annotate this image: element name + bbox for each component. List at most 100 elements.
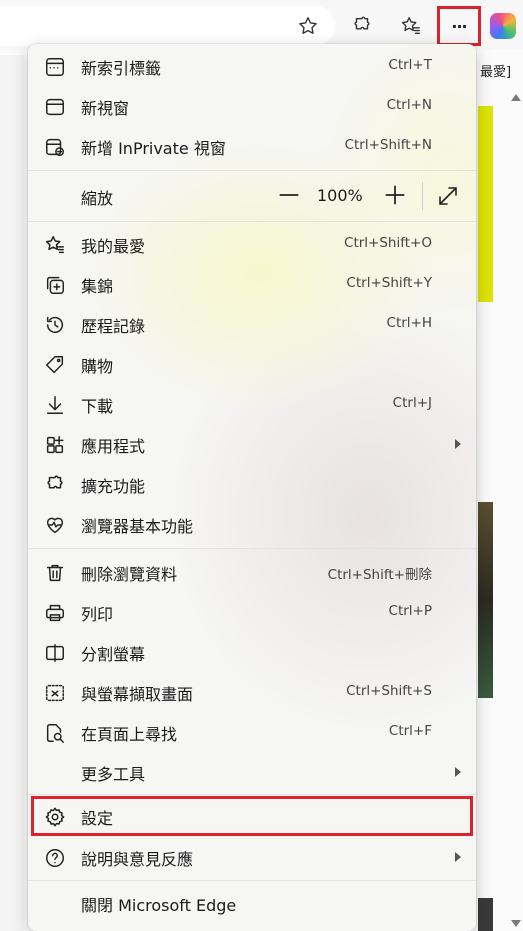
menu-item-shortcut: Ctrl+Shift+N	[344, 137, 432, 153]
favorites-crumb: 最愛]	[480, 65, 512, 80]
menu-separator	[28, 880, 476, 881]
address-bar[interactable]	[0, 6, 335, 46]
menu-separator	[28, 221, 476, 222]
scroll-up-icon[interactable]	[511, 94, 521, 101]
menu-item-label: 刪除瀏覽資料	[81, 565, 178, 584]
zoom-in-button[interactable]	[382, 182, 408, 208]
zoom-divider	[422, 182, 423, 210]
apps-icon	[44, 434, 66, 456]
menu-item-label: 瀏覽器基本功能	[81, 517, 194, 536]
menu-item-shortcut: Ctrl+N	[386, 97, 432, 113]
page-left-edge	[0, 55, 24, 931]
menu-item-label: 說明與意見反應	[81, 850, 194, 869]
more-options-button[interactable]: ···	[437, 6, 481, 46]
new-window-icon	[44, 96, 66, 118]
menu-item-label: 擴充功能	[81, 477, 146, 496]
menu-item-shortcut: Ctrl+H	[386, 315, 432, 331]
menu-item-label: 應用程式	[81, 437, 146, 456]
menu-item-shortcut: Ctrl+P	[388, 603, 432, 619]
menu-item-label: 與螢幕擷取畫面	[81, 685, 194, 704]
menu-item-settings[interactable]: 設定	[31, 796, 473, 836]
inprivate-icon	[44, 136, 66, 158]
download-icon	[44, 394, 66, 416]
menu-item-label: 設定	[81, 809, 114, 828]
gear-icon	[44, 806, 66, 828]
menu-item-close-edge[interactable]: 關閉 Microsoft Edge	[28, 883, 476, 923]
zoom-out-button[interactable]	[276, 182, 302, 208]
menu-item-new-window[interactable]: 新視窗 Ctrl+N	[28, 86, 476, 126]
split-screen-icon	[44, 642, 66, 664]
find-icon	[44, 722, 66, 744]
zoom-label: 縮放	[81, 189, 114, 208]
menu-item-print[interactable]: 列印 Ctrl+P	[28, 592, 476, 632]
menu-item-inprivate-window[interactable]: 新增 InPrivate 視窗 Ctrl+Shift+N	[28, 126, 476, 166]
menu-item-label: 分割螢幕	[81, 645, 146, 664]
menu-item-label: 歷程記錄	[81, 317, 146, 336]
menu-item-split-screen[interactable]: 分割螢幕	[28, 632, 476, 672]
menu-item-label: 在頁面上尋找	[81, 725, 178, 744]
heartbeat-icon	[44, 514, 66, 536]
menu-item-shopping[interactable]: 購物	[28, 344, 476, 384]
submenu-arrow-icon	[455, 767, 461, 777]
menu-item-label: 關閉 Microsoft Edge	[81, 896, 237, 915]
menu-item-label: 新索引標籤	[81, 59, 162, 78]
shopping-tag-icon	[44, 354, 66, 376]
dark-card	[478, 898, 493, 931]
submenu-arrow-icon	[455, 852, 461, 862]
menu-item-shortcut: Ctrl+Shift+Y	[346, 275, 432, 291]
puzzle-icon[interactable]	[345, 9, 379, 43]
menu-item-label: 下載	[81, 397, 114, 416]
extensions-icon	[44, 474, 66, 496]
favorites-icon	[44, 234, 66, 256]
menu-separator	[28, 794, 476, 795]
zoom-value: 100%	[317, 186, 363, 205]
ellipsis-icon: ···	[451, 16, 467, 36]
menu-item-shortcut: Ctrl+F	[388, 723, 432, 739]
star-list-icon[interactable]	[394, 9, 428, 43]
star-icon[interactable]	[291, 9, 325, 43]
trash-icon	[44, 562, 66, 584]
menu-item-shortcut: Ctrl+Shift+刪除	[327, 567, 432, 583]
menu-item-downloads[interactable]: 下載 Ctrl+J	[28, 384, 476, 424]
menu-item-favorites[interactable]: 我的最愛 Ctrl+Shift+O	[28, 224, 476, 264]
menu-item-label: 更多工具	[81, 765, 146, 784]
copilot-icon[interactable]	[490, 13, 516, 39]
menu-item-more-tools[interactable]: 更多工具	[28, 752, 476, 792]
menu-item-shortcut: Ctrl+Shift+S	[346, 683, 432, 699]
menu-item-apps[interactable]: 應用程式	[28, 424, 476, 464]
menu-item-shortcut: Ctrl+Shift+O	[344, 235, 432, 251]
scrollbar[interactable]	[509, 94, 521, 931]
menu-item-extensions[interactable]: 擴充功能	[28, 464, 476, 504]
settings-and-more-menu: 新索引標籤 Ctrl+T 新視窗 Ctrl+N 新增 InPrivate 視窗 …	[28, 44, 476, 931]
photo-card	[478, 502, 493, 698]
menu-item-browser-essentials[interactable]: 瀏覽器基本功能	[28, 504, 476, 544]
history-icon	[44, 314, 66, 336]
menu-item-label: 新增 InPrivate 視窗	[81, 139, 226, 158]
print-icon	[44, 602, 66, 624]
menu-item-shortcut: Ctrl+T	[388, 57, 432, 73]
menu-item-label: 購物	[81, 357, 114, 376]
menu-item-new-tab[interactable]: 新索引標籤 Ctrl+T	[28, 46, 476, 86]
submenu-arrow-icon	[455, 439, 461, 449]
browser-toolbar: ···	[0, 0, 523, 50]
scroll-down-icon[interactable]	[511, 920, 521, 927]
screenshot-icon	[44, 682, 66, 704]
menu-item-find-on-page[interactable]: 在頁面上尋找 Ctrl+F	[28, 712, 476, 752]
menu-item-screenshot[interactable]: 與螢幕擷取畫面 Ctrl+Shift+S	[28, 672, 476, 712]
fullscreen-icon[interactable]	[436, 184, 460, 208]
menu-separator	[28, 170, 476, 171]
menu-item-label: 列印	[81, 605, 114, 624]
menu-item-label: 集錦	[81, 277, 114, 296]
yellow-card	[478, 106, 493, 302]
menu-item-shortcut: Ctrl+J	[392, 395, 432, 411]
menu-item-help-feedback[interactable]: 說明與意見反應	[28, 837, 476, 877]
menu-item-collections[interactable]: 集錦 Ctrl+Shift+Y	[28, 264, 476, 304]
menu-separator	[28, 548, 476, 549]
menu-item-history[interactable]: 歷程記錄 Ctrl+H	[28, 304, 476, 344]
menu-item-label: 新視窗	[81, 99, 130, 118]
menu-item-clear-data[interactable]: 刪除瀏覽資料 Ctrl+Shift+刪除	[28, 552, 476, 592]
new-tab-icon	[44, 56, 66, 78]
collections-icon	[44, 274, 66, 296]
help-icon	[44, 847, 66, 869]
menu-item-label: 我的最愛	[81, 237, 146, 256]
